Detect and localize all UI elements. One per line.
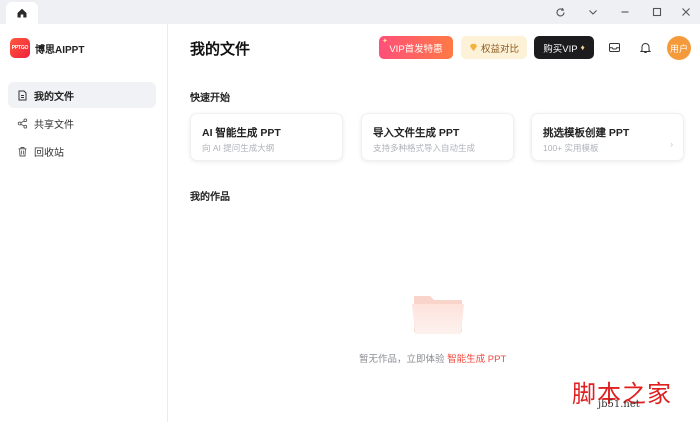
quick-card-ai-generate[interactable]: AI 智能生成 PPT 向 AI 提问生成大纲 [190,113,343,161]
refresh-icon [556,7,565,16]
quick-card-template[interactable]: 挑选模板创建 PPT 100+ 实用模板 › [531,113,684,161]
file-icon [16,89,28,101]
notification-button[interactable] [636,38,654,56]
sidebar-item-label: 回收站 [34,147,64,159]
avatar[interactable]: 用户 [667,36,691,60]
benefits-compare-button[interactable]: 权益对比 [461,36,527,59]
title-bar [0,0,700,24]
empty-state-text: 暂无作品，立即体验 智能生成 PPT [359,351,506,365]
refresh-button[interactable] [544,0,576,24]
sparkle-icon: ✦ [382,38,388,45]
page-title: 我的文件 [190,41,251,58]
brand-logo: PPTGO [10,38,30,58]
quick-card-import-file[interactable]: 导入文件生成 PPT 支持多种格式导入自动生成 [361,113,514,161]
empty-state-message: 暂无作品，立即体验 [359,354,445,365]
chevron-down-icon [589,10,597,15]
brand[interactable]: PPTGO 博思AIPPT [10,38,84,58]
sidebar-item-shared-files[interactable]: 共享文件 [8,110,156,136]
diamond-icon: ♦ [580,43,585,52]
benefits-label: 权益对比 [480,43,519,55]
quick-start-title: 快速开始 [190,93,230,104]
trash-icon [16,145,28,157]
vip-promo-label: VIP首发特惠 [389,43,443,55]
inbox-button[interactable] [605,38,623,56]
minimize-icon [621,11,629,13]
maximize-button[interactable] [641,0,673,24]
sidebar: PPTGO 博思AIPPT 我的文件 共享文件 回收站 [0,24,168,422]
empty-folder-icon [412,296,464,334]
quick-card-title: 挑选模板创建 PPT [543,127,630,139]
sidebar-item-label: 我的文件 [34,91,74,103]
maximize-icon [652,7,662,17]
smart-generate-link[interactable]: 智能生成 PPT [447,354,506,365]
sidebar-nav: 我的文件 共享文件 回收站 [8,82,156,166]
sidebar-item-my-files[interactable]: 我的文件 [8,82,156,108]
quick-card-title: AI 智能生成 PPT [202,127,281,139]
buy-vip-button[interactable]: 购买VIP ♦ [534,36,594,59]
quick-card-subtitle: 100+ 实用模板 [543,143,599,153]
inbox-icon [608,42,620,52]
buy-vip-label: 购买VIP [543,43,578,55]
vip-promo-button[interactable]: ✦ VIP首发特惠 [379,36,453,59]
works-title: 我的作品 [190,192,230,203]
home-icon [17,8,27,18]
share-icon [16,117,28,129]
gem-icon [469,43,478,52]
bell-icon [639,42,651,53]
brand-name: 博思AIPPT [35,44,85,56]
home-tab[interactable] [6,2,38,24]
close-icon [682,8,690,16]
minimize-button[interactable] [609,0,641,24]
quick-card-subtitle: 向 AI 提问生成大纲 [202,143,275,153]
quick-card-subtitle: 支持多种格式导入自动生成 [373,143,476,153]
close-button[interactable] [670,0,700,24]
chevron-right-icon: › [670,140,673,149]
sidebar-item-label: 共享文件 [34,119,74,131]
sidebar-item-recycle-bin[interactable]: 回收站 [8,138,156,164]
quick-card-title: 导入文件生成 PPT [373,127,460,139]
dropdown-button[interactable] [577,0,609,24]
watermark-url: jb51.net [598,399,640,410]
